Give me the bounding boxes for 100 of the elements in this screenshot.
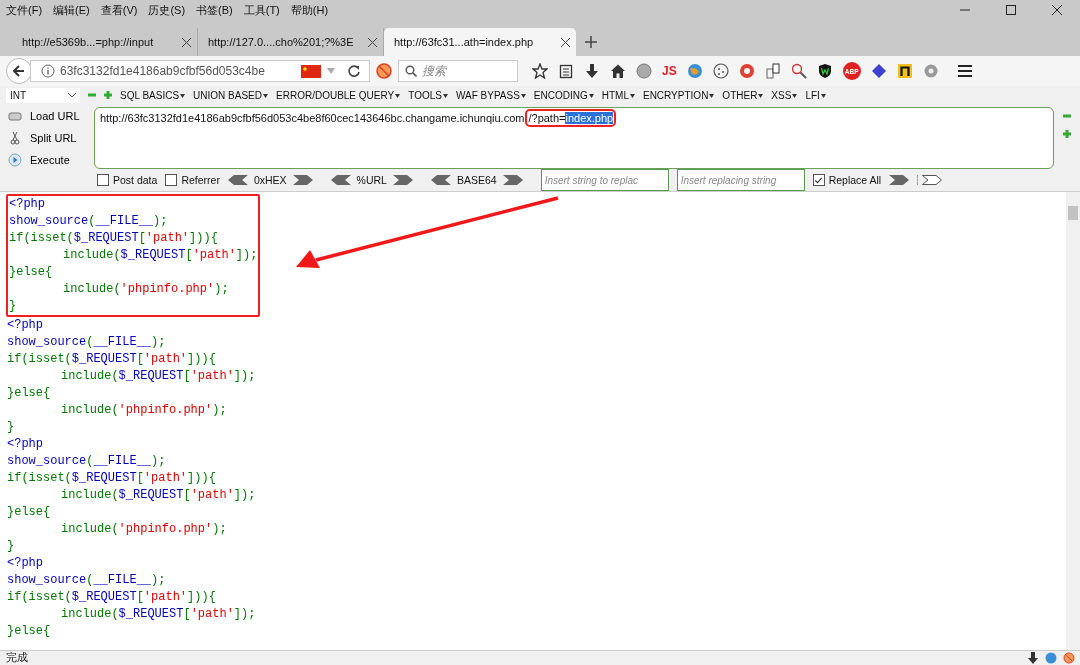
hackbar-button[interactable]: Execute bbox=[8, 151, 86, 169]
flag-icon bbox=[301, 64, 321, 78]
code-line: include('phpinfo.php'); bbox=[60, 521, 228, 538]
reload-icon[interactable] bbox=[347, 64, 361, 78]
blocked-icon[interactable] bbox=[1062, 652, 1076, 664]
plus-icon[interactable] bbox=[1062, 129, 1072, 139]
caret-icon bbox=[709, 93, 715, 98]
code-line: } bbox=[7, 419, 16, 436]
code-line: }else{ bbox=[7, 623, 52, 640]
hackbar-menu[interactable]: TOOLS bbox=[408, 89, 448, 101]
scrollbar[interactable] bbox=[1066, 192, 1080, 650]
code-line: include($_REQUEST['path']); bbox=[60, 606, 257, 623]
star-icon[interactable] bbox=[532, 63, 548, 79]
hackbar-menu[interactable]: LFI bbox=[805, 89, 826, 101]
scissors-icon bbox=[8, 131, 22, 145]
cookie-icon[interactable] bbox=[712, 63, 729, 79]
hackbar-button[interactable]: Split URL bbox=[8, 129, 86, 147]
encoder-label: %URL bbox=[356, 174, 387, 186]
minus-icon[interactable] bbox=[88, 91, 96, 99]
hackbar-menu[interactable]: HTML bbox=[601, 89, 635, 101]
caret-icon bbox=[758, 93, 764, 98]
checkbox-label: Replace All bbox=[828, 174, 882, 186]
blocked-icon[interactable] bbox=[376, 63, 392, 79]
caret-icon bbox=[629, 93, 635, 98]
menu-icon[interactable] bbox=[956, 63, 973, 79]
right-arrow-icon[interactable] bbox=[917, 175, 943, 185]
menu-item[interactable]: 工具(T) bbox=[243, 2, 280, 18]
code-line: include('phpinfo.php'); bbox=[62, 281, 230, 298]
left-arrow-icon[interactable] bbox=[227, 175, 248, 185]
code-line: if(isset($_REQUEST['path'])){ bbox=[7, 351, 217, 368]
code-line: include($_REQUEST['path']); bbox=[60, 487, 257, 504]
magnifier-icon[interactable] bbox=[790, 63, 807, 79]
menu-item[interactable]: 查看(V) bbox=[100, 2, 138, 18]
code-line: include($_REQUEST['path']); bbox=[60, 368, 257, 385]
info-icon[interactable] bbox=[41, 64, 55, 78]
hackbar-menu[interactable]: WAF BYPASS bbox=[455, 89, 526, 101]
right-arrow-icon[interactable] bbox=[392, 175, 413, 185]
hackbar-menu[interactable]: ENCODING bbox=[533, 89, 594, 101]
type-select[interactable]: INT bbox=[6, 87, 80, 103]
code-line: } bbox=[9, 298, 18, 315]
caret-icon bbox=[180, 93, 186, 98]
home-icon[interactable] bbox=[610, 63, 626, 79]
url-textarea[interactable]: http://63fc3132fd1e4186ab9cfbf56d053c4be8f60cec143646bc.changame.ichunqiu.com /?path=index.php bbox=[94, 107, 1054, 169]
clipboard-icon[interactable] bbox=[558, 63, 574, 79]
right-arrow-icon[interactable] bbox=[292, 175, 313, 185]
code-line: <?php bbox=[7, 317, 44, 334]
close-icon[interactable] bbox=[561, 37, 570, 47]
back-arrow-icon bbox=[12, 64, 26, 78]
plus-icon[interactable] bbox=[104, 91, 112, 99]
menu-item[interactable]: 历史(S) bbox=[148, 2, 186, 18]
close-icon[interactable] bbox=[182, 37, 191, 47]
download-icon[interactable] bbox=[584, 63, 600, 79]
hackbar-menu[interactable]: XSS bbox=[771, 89, 798, 101]
download-icon[interactable] bbox=[1026, 652, 1040, 664]
menu-item[interactable]: 帮助(H) bbox=[290, 2, 329, 18]
hackbar-menu[interactable]: ERROR/DOUBLE QUERY bbox=[276, 89, 401, 101]
hackbar-menu[interactable]: SQL BASICS bbox=[120, 89, 186, 101]
encoder-label: BASE64 bbox=[456, 174, 497, 186]
hackbar-button[interactable]: Load URL bbox=[8, 107, 86, 125]
replacing-field[interactable]: Insert replacing string bbox=[676, 169, 805, 191]
status-text: 完成 bbox=[6, 651, 29, 665]
hackbar-menu[interactable]: OTHER bbox=[722, 89, 764, 101]
caret-icon bbox=[263, 93, 268, 98]
back-button[interactable] bbox=[6, 58, 32, 84]
left-arrow-icon[interactable] bbox=[330, 175, 351, 185]
caret-icon bbox=[68, 92, 76, 98]
page-icon[interactable] bbox=[764, 63, 781, 79]
replace-field[interactable]: Insert string to replac bbox=[540, 169, 669, 191]
hackbar-menu[interactable]: UNION BASED bbox=[193, 89, 268, 101]
browser-tab[interactable]: http://63fc31...ath=index.php bbox=[384, 28, 576, 56]
checkbox[interactable] bbox=[812, 174, 825, 186]
close-icon[interactable] bbox=[368, 37, 377, 47]
code-line: if(isset($_REQUEST['path'])){ bbox=[7, 470, 217, 487]
search-field[interactable]: 搜索 bbox=[398, 60, 518, 82]
code-line: if(isset($_REQUEST['path'])){ bbox=[7, 589, 217, 606]
square-icon[interactable] bbox=[896, 63, 913, 79]
right-arrow-icon[interactable] bbox=[502, 175, 523, 185]
diamond-icon[interactable] bbox=[870, 63, 887, 79]
code-line: } bbox=[7, 538, 16, 555]
code-line: show_source(__FILE__); bbox=[7, 453, 167, 470]
checkbox-label: Referrer bbox=[181, 174, 220, 186]
left-arrow-icon[interactable] bbox=[430, 175, 451, 185]
checkbox[interactable] bbox=[97, 174, 109, 186]
right-arrow-icon[interactable] bbox=[889, 175, 910, 185]
caret-icon bbox=[792, 93, 798, 98]
hackbar-menu[interactable]: ENCRYPTION bbox=[642, 89, 715, 101]
settings-icon[interactable] bbox=[922, 63, 939, 79]
shield-icon[interactable] bbox=[816, 63, 833, 79]
address-field[interactable]: 63fc3132fd1e4186ab9cfbf56d053c4be bbox=[30, 60, 370, 82]
target-icon[interactable] bbox=[738, 63, 755, 79]
code-line: show_source(__FILE__); bbox=[9, 213, 169, 230]
caret-icon bbox=[588, 93, 594, 98]
menu-item[interactable]: 编辑(E) bbox=[53, 2, 90, 18]
menu-item[interactable]: 文件(F) bbox=[6, 2, 43, 18]
menu-item[interactable]: 书签(B) bbox=[196, 2, 233, 18]
new-tab-icon[interactable] bbox=[584, 35, 598, 49]
checkbox[interactable] bbox=[165, 174, 178, 186]
caret-icon bbox=[442, 93, 448, 98]
js-icon[interactable]: JS bbox=[662, 64, 677, 78]
code-line: include($_REQUEST['path']); bbox=[62, 247, 254, 264]
